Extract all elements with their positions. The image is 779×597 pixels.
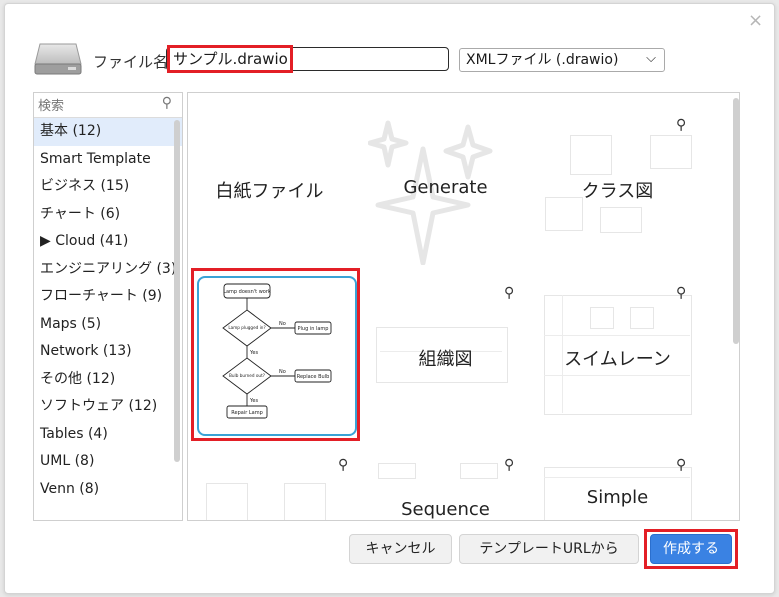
category-flowchart[interactable]: フローチャート (9) [34, 283, 182, 311]
template-url-button[interactable]: テンプレートURLから [459, 534, 639, 564]
category-search: ⚲ [34, 93, 182, 119]
template-class-diagram[interactable]: ⚲ クラス図 [540, 99, 695, 259]
zoom-icon[interactable]: ⚲ [676, 117, 686, 133]
category-venn[interactable]: Venn (8) [34, 476, 182, 504]
category-network[interactable]: Network (13) [34, 338, 182, 366]
simple-sketch-line [544, 477, 690, 478]
flow-q2-text: Bulb burned out? [229, 373, 265, 378]
category-business[interactable]: ビジネス (15) [34, 173, 182, 201]
class-sketch-2 [650, 135, 692, 169]
template-simple-label: Simple [586, 487, 649, 508]
grid-scrollbar[interactable] [733, 98, 739, 344]
flow-no-label-2: No [279, 369, 286, 375]
flow-q1-text: Lamp plugged in? [228, 325, 265, 330]
cancel-button[interactable]: キャンセル [349, 534, 452, 564]
er-sketch-2 [284, 483, 326, 520]
swimlane-line-2 [544, 375, 690, 376]
category-engineering[interactable]: エンジニアリング (3) [34, 256, 182, 284]
category-software[interactable]: ソフトウェア (12) [34, 393, 182, 421]
er-sketch-1 [206, 483, 248, 520]
format-select[interactable]: XMLファイル (.drawio) ⌵ [459, 48, 665, 72]
category-sidebar: ⚲ 基本 (12) Smart Template ビジネス (15) チャート … [33, 92, 183, 521]
zoom-icon[interactable]: ⚲ [676, 285, 686, 301]
zoom-icon[interactable]: ⚲ [504, 457, 514, 473]
template-blank[interactable]: 白紙ファイル [192, 99, 347, 259]
template-swimlane[interactable]: ⚲ スイムレーン [540, 271, 695, 431]
create-button[interactable]: 作成する [650, 534, 732, 564]
flow-start-text: Lamp doesn't work [223, 289, 271, 295]
swimlane-line-1 [544, 335, 690, 336]
file-name-input[interactable]: サンプル.drawio [166, 47, 449, 71]
template-generate[interactable]: Generate [368, 99, 523, 265]
flow-yes-label-1: Yes [249, 350, 258, 356]
seq-sketch-2 [460, 463, 498, 479]
flow-no-label-1: No [279, 321, 286, 327]
zoom-icon[interactable]: ⚲ [504, 285, 514, 301]
sidebar-scrollbar[interactable] [174, 120, 180, 462]
flow-yes-label-2: Yes [249, 398, 258, 404]
drive-icon [34, 43, 82, 75]
category-charts[interactable]: チャート (6) [34, 201, 182, 229]
file-name-label: ファイル名: [93, 53, 174, 71]
format-select-value: XMLファイル (.drawio) [466, 52, 619, 68]
template-sequence-label: Sequence [401, 499, 490, 520]
template-sequence[interactable]: ⚲ Sequence [368, 449, 523, 520]
class-sketch-4 [600, 207, 642, 233]
category-uml[interactable]: UML (8) [34, 448, 182, 476]
close-icon[interactable]: × [748, 12, 763, 30]
template-class-label: クラス図 [581, 181, 654, 202]
category-cloud[interactable]: ▶ Cloud (41) [34, 228, 182, 256]
category-other[interactable]: その他 (12) [34, 366, 182, 394]
search-icon[interactable]: ⚲ [162, 95, 172, 111]
zoom-icon[interactable]: ⚲ [338, 457, 348, 473]
template-org-label: 組織図 [418, 349, 473, 370]
flow-end-text: Repair Lamp [231, 410, 263, 416]
zoom-icon[interactable]: ⚲ [676, 457, 686, 473]
category-smart-template[interactable]: Smart Template [34, 146, 182, 174]
category-maps[interactable]: Maps (5) [34, 311, 182, 339]
category-tables[interactable]: Tables (4) [34, 421, 182, 449]
flow-a2-text: Replace Bulb [297, 374, 330, 380]
template-simple[interactable]: ⚲ Simple [540, 449, 695, 520]
search-input[interactable] [34, 93, 162, 119]
swimlane-box-2 [630, 307, 654, 329]
flowchart-preview: Lamp doesn't work Lamp plugged in? Plug … [222, 283, 332, 419]
category-basic[interactable]: 基本 (12) [34, 118, 182, 146]
swimlane-box-1 [590, 307, 614, 329]
class-sketch-1 [570, 135, 612, 175]
flow-a1-text: Plug in lamp [298, 326, 329, 332]
template-org-chart[interactable]: ⚲ 組織図 [368, 271, 523, 431]
template-blank-label: 白紙ファイル [215, 181, 324, 202]
template-er[interactable]: ⚲ [192, 449, 348, 520]
template-swimlane-label: スイムレーン [564, 349, 671, 370]
flowchart-thumbnail[interactable]: Lamp doesn't work Lamp plugged in? Plug … [197, 276, 357, 436]
template-generate-label: Generate [403, 177, 488, 198]
chevron-down-icon: ⌵ [646, 51, 656, 66]
category-list: 基本 (12) Smart Template ビジネス (15) チャート (6… [34, 118, 182, 503]
seq-sketch-1 [378, 463, 416, 479]
